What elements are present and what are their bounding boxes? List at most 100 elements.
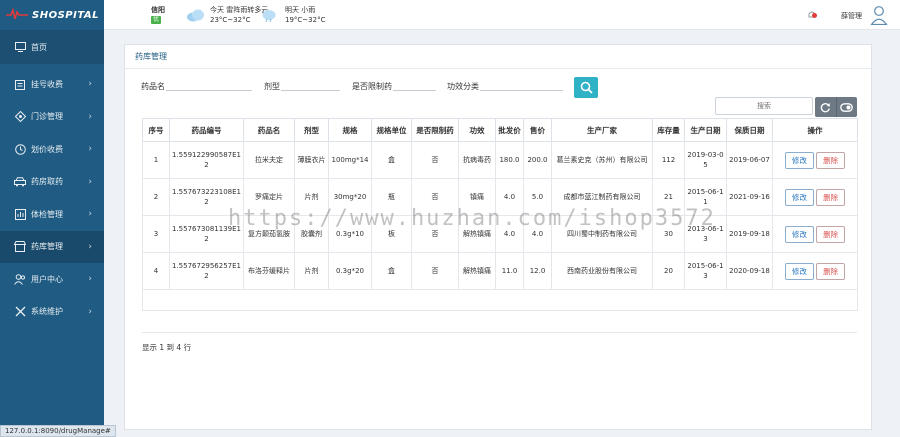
delete-button[interactable]: 删除 (816, 225, 846, 243)
panel-title: 药库管理 (125, 45, 871, 69)
car-icon (14, 176, 26, 188)
col-header[interactable]: 剂型 (294, 118, 329, 142)
col-header[interactable]: 生产厂家 (551, 118, 653, 142)
cell-prod-date: 2015-06-13 (684, 252, 727, 290)
cell-restricted: 否 (411, 252, 459, 290)
toggle-view-button[interactable] (837, 97, 858, 117)
cell-unit: 盒 (371, 252, 412, 290)
col-header[interactable]: 药品名 (243, 118, 295, 142)
chevron-right-icon: › (88, 111, 92, 122)
cell-manufacturer: 西南药业股份有限公司 (551, 252, 653, 290)
sidebar-item-pharmacy[interactable]: 药房取药 › (0, 166, 104, 199)
search-icon (580, 81, 593, 94)
toggle-icon (840, 102, 854, 112)
chevron-right-icon: › (88, 241, 92, 252)
user-name[interactable]: 薛管理 (841, 11, 862, 21)
cell-spec: 0.3g*20 (328, 252, 372, 290)
users-icon (14, 273, 26, 285)
cell-index: 4 (142, 252, 170, 290)
delete-button[interactable]: 删除 (816, 188, 846, 206)
cell-drug-id: 1.559122990587E12 (169, 141, 244, 179)
weather-tomorrow-desc: 明天 小雨 (285, 6, 316, 14)
cell-actions: 修改 删除 (772, 215, 858, 253)
sidebar-item-registration[interactable]: 挂号收费 › (0, 68, 104, 101)
table-divider (142, 332, 857, 333)
air-quality-badge: 优 (151, 16, 162, 24)
sidebar-item-label: 首页 (31, 42, 47, 52)
col-header[interactable]: 售价 (523, 118, 552, 142)
sidebar-item-checkup[interactable]: 体检管理 › (0, 198, 104, 231)
sidebar-item-home[interactable]: 首页 (0, 30, 104, 64)
cloud-icon (187, 9, 204, 22)
dosage-form-input[interactable] (281, 78, 340, 91)
drug-name-input[interactable] (166, 78, 252, 91)
table-row: 4 1.557672956257E12 布洛芬缓释片 片剂 0.3g*20 盒 … (142, 252, 858, 290)
table-header-row: 序号 药品编号 药品名 剂型 规格 规格单位 是否限制药 功效 批发价 售价 生… (142, 118, 858, 142)
delete-button[interactable]: 删除 (816, 151, 846, 169)
sidebar-item-pricing[interactable]: 划价收费 › (0, 133, 104, 166)
effect-category-label: 功效分类 (447, 82, 479, 91)
cell-expiry: 2019-09-18 (726, 215, 773, 253)
col-header[interactable]: 批发价 (495, 118, 524, 142)
table-toolbar (815, 97, 857, 117)
sidebar-item-warehouse[interactable]: 药库管理 › (0, 230, 104, 263)
col-header[interactable]: 规格单位 (371, 118, 412, 142)
sidebar-item-system[interactable]: 系统维护 › (0, 296, 104, 329)
top-bar: 信阳 优 今天 雷阵雨转多云 23°C~32°C 明天 小雨 19°C~32°C 薛… (104, 0, 900, 30)
col-header[interactable]: 药品编号 (169, 118, 244, 142)
col-header[interactable]: 规格 (328, 118, 372, 142)
cell-drug-name: 罗痛定片 (243, 178, 295, 216)
cell-form: 片剂 (294, 178, 329, 216)
chevron-right-icon: › (88, 274, 92, 285)
delete-button[interactable]: 删除 (816, 262, 846, 280)
edit-button[interactable]: 修改 (784, 262, 814, 280)
col-header[interactable]: 生产日期 (684, 118, 727, 142)
cell-form: 胶囊剂 (294, 215, 329, 253)
cell-drug-name: 布洛芬缓释片 (243, 252, 295, 290)
cell-manufacturer: 葛兰素史克（苏州）有限公司 (551, 141, 653, 179)
cell-expiry: 2019-06-07 (726, 141, 773, 179)
app-logo[interactable]: SHOSPITAL (0, 0, 104, 30)
cell-restricted: 否 (411, 141, 459, 179)
edit-button[interactable]: 修改 (784, 151, 814, 169)
sidebar-item-label: 药房取药 (31, 177, 63, 187)
sidebar-item-users[interactable]: 用户中心 › (0, 263, 104, 296)
cell-price: 5.0 (523, 178, 552, 216)
chevron-right-icon: › (88, 79, 92, 90)
sidebar-item-label: 用户中心 (31, 274, 63, 284)
cell-effect: 解热镇痛 (458, 215, 496, 253)
col-header[interactable]: 是否限制药 (411, 118, 459, 142)
cell-stock: 30 (652, 215, 685, 253)
cell-prod-date: 2013-06-13 (684, 215, 727, 253)
refresh-icon (820, 102, 830, 112)
restricted-input[interactable] (393, 78, 436, 91)
effect-category-input[interactable] (480, 78, 563, 91)
main-panel: 药库管理 药品名 剂型 是否限制药 功效分类 序号 药品编号 药品名 剂型 规格… (124, 44, 872, 430)
shop-icon (14, 241, 26, 253)
diamond-icon (14, 111, 26, 123)
col-header[interactable]: 保质日期 (726, 118, 773, 142)
drug-table: 序号 药品编号 药品名 剂型 规格 规格单位 是否限制药 功效 批发价 售价 生… (142, 118, 858, 311)
cell-spec: 100mg*14 (328, 141, 372, 179)
cell-stock: 21 (652, 178, 685, 216)
search-button[interactable] (574, 77, 598, 98)
edit-button[interactable]: 修改 (784, 225, 814, 243)
cell-restricted: 否 (411, 178, 459, 216)
cell-unit: 盒 (371, 141, 412, 179)
col-header[interactable]: 序号 (142, 118, 170, 142)
table-search-input[interactable] (715, 97, 813, 115)
refresh-button[interactable] (815, 97, 837, 117)
cell-actions: 修改 删除 (772, 178, 858, 216)
col-header[interactable]: 库存量 (652, 118, 685, 142)
user-avatar-icon[interactable] (870, 5, 888, 25)
chevron-right-icon: › (88, 209, 92, 220)
sidebar-item-outpatient[interactable]: 门诊管理 › (0, 101, 104, 134)
cell-stock: 112 (652, 141, 685, 179)
clipboard-icon (14, 78, 26, 90)
edit-button[interactable]: 修改 (784, 188, 814, 206)
sidebar-item-label: 体检管理 (31, 209, 63, 219)
table-row: 2 1.557673223108E12 罗痛定片 片剂 30mg*20 瓶 否 … (142, 178, 858, 216)
cell-prod-date: 2015-06-11 (684, 178, 727, 216)
cell-manufacturer: 成都市蓝江制药有限公司 (551, 178, 653, 216)
col-header[interactable]: 功效 (458, 118, 496, 142)
